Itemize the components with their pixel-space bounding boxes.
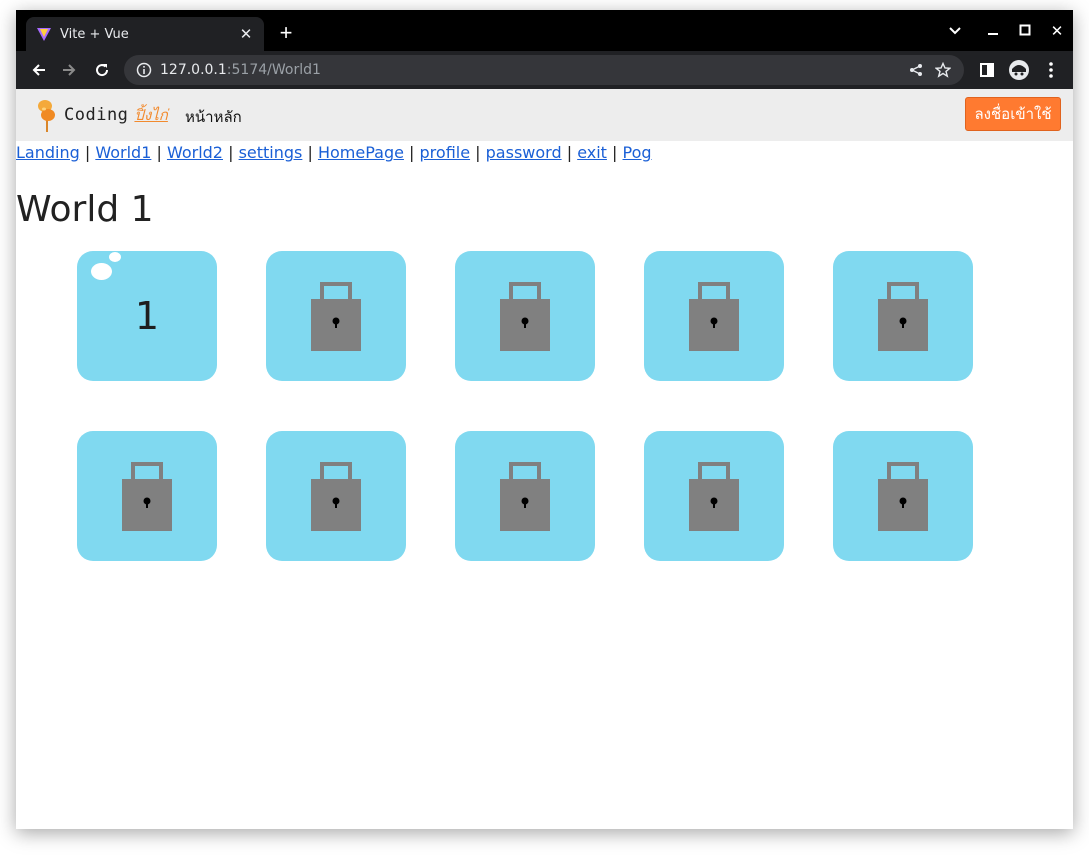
site-logo[interactable]: Coding ปิ้งไก่ [34,97,168,133]
logo-thai-text: ปิ้งไก่ [134,107,168,124]
route-links: Landing | World1 | World2 | settings | H… [16,143,652,162]
link-exit[interactable]: exit [577,143,607,162]
new-tab-icon[interactable]: + [274,21,298,45]
url-text: 127.0.0.1:5174/World1 [160,62,904,78]
share-icon[interactable] [904,63,928,77]
padlock-icon [311,462,361,531]
logo-text: Coding [64,105,129,125]
level-tile-3[interactable] [455,251,595,381]
padlock-icon [689,282,739,351]
link-world2[interactable]: World2 [167,143,223,162]
address-bar[interactable]: 127.0.0.1:5174/World1 [124,55,964,85]
level-tile-8[interactable] [455,431,595,561]
level-tile-5[interactable] [833,251,973,381]
browser-window: Vite + Vue ✕ + ✕ 127.0.0.1:5174/World1 C… [16,10,1073,829]
menu-kebab-icon[interactable] [1038,57,1064,83]
level-tile-4[interactable] [644,251,784,381]
url-host: 127.0.0.1 [160,62,227,78]
tab-search-icon[interactable] [941,20,969,44]
signup-button[interactable]: ลงชื่อเข้าใช้ [965,97,1061,131]
level-tile-2[interactable] [266,251,406,381]
reload-icon[interactable] [89,57,115,83]
level-tile-6[interactable] [77,431,217,561]
padlock-icon [689,462,739,531]
bookmark-star-icon[interactable] [928,62,958,78]
back-icon[interactable] [26,57,52,83]
level-tile-9[interactable] [644,431,784,561]
maximize-icon[interactable] [1011,20,1039,44]
forward-icon[interactable] [56,57,82,83]
padlock-icon [311,282,361,351]
close-window-icon[interactable]: ✕ [1043,20,1071,44]
link-profile[interactable]: profile [420,143,471,162]
tab-close-icon[interactable]: ✕ [236,25,256,43]
tab-strip: Vite + Vue ✕ + ✕ [16,10,1073,51]
site-navbar: Coding ปิ้งไก่ หน้าหลัก ลงชื่อเข้าใช้ [16,89,1073,141]
minimize-icon[interactable] [979,20,1007,44]
side-panel-icon[interactable] [974,57,1000,83]
vite-favicon-icon [37,28,51,41]
site-info-icon[interactable] [136,62,152,78]
link-password[interactable]: password [486,143,562,162]
level-tile-1[interactable]: 1 [77,251,217,381]
level-tile-10[interactable] [833,431,973,561]
link-pog[interactable]: Pog [623,143,652,162]
link-settings[interactable]: settings [239,143,303,162]
tab-title: Vite + Vue [60,26,129,42]
level-number: 1 [134,294,160,338]
link-homepage[interactable]: HomePage [318,143,404,162]
url-path: :5174/World1 [226,62,321,78]
browser-toolbar: 127.0.0.1:5174/World1 [16,51,1073,89]
padlock-icon [878,282,928,351]
browser-tab[interactable]: Vite + Vue ✕ [26,17,264,51]
padlock-icon [500,462,550,531]
nav-home-link[interactable]: หน้าหลัก [185,105,242,129]
grilled-chicken-skewer-icon [38,100,55,132]
padlock-icon [878,462,928,531]
padlock-icon [500,282,550,351]
level-tile-7[interactable] [266,431,406,561]
page-title: World 1 [16,189,154,230]
padlock-icon [122,462,172,531]
link-landing[interactable]: Landing [16,143,80,162]
link-world1[interactable]: World1 [95,143,151,162]
profile-avatar-icon[interactable] [1006,57,1032,83]
page-content: Coding ปิ้งไก่ หน้าหลัก ลงชื่อเข้าใช้ La… [16,89,1073,829]
